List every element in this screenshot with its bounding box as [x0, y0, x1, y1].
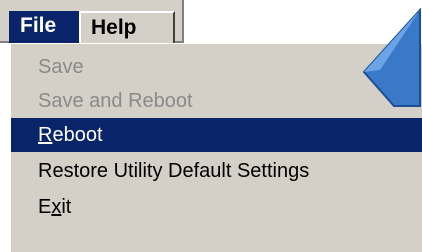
menu-item-exit-mnemonic: x — [51, 196, 62, 218]
menu-item-exit[interactable]: Exit — [11, 190, 422, 224]
menu-bar: File Help — [0, 0, 184, 43]
menu-item-save-and-reboot-label: Save and Reboot — [38, 90, 193, 112]
menu-file[interactable]: File — [9, 11, 79, 43]
menu-item-reboot-mnemonic: R — [38, 124, 53, 146]
menu-item-reboot-label: eboot — [52, 124, 103, 146]
menu-item-restore-defaults[interactable]: Restore Utility Default Settings — [11, 154, 422, 188]
menu-item-reboot[interactable]: Reboot — [11, 118, 422, 152]
menu-item-save-label: Save — [38, 56, 84, 78]
menu-item-exit-prefix: E — [38, 196, 52, 218]
menu-help[interactable]: Help — [79, 11, 175, 43]
menu-item-restore-defaults-label: Restore Utility Default Settings — [38, 160, 310, 182]
cursor-arrow-icon — [362, 8, 421, 107]
menu-item-exit-label: it — [61, 196, 72, 218]
